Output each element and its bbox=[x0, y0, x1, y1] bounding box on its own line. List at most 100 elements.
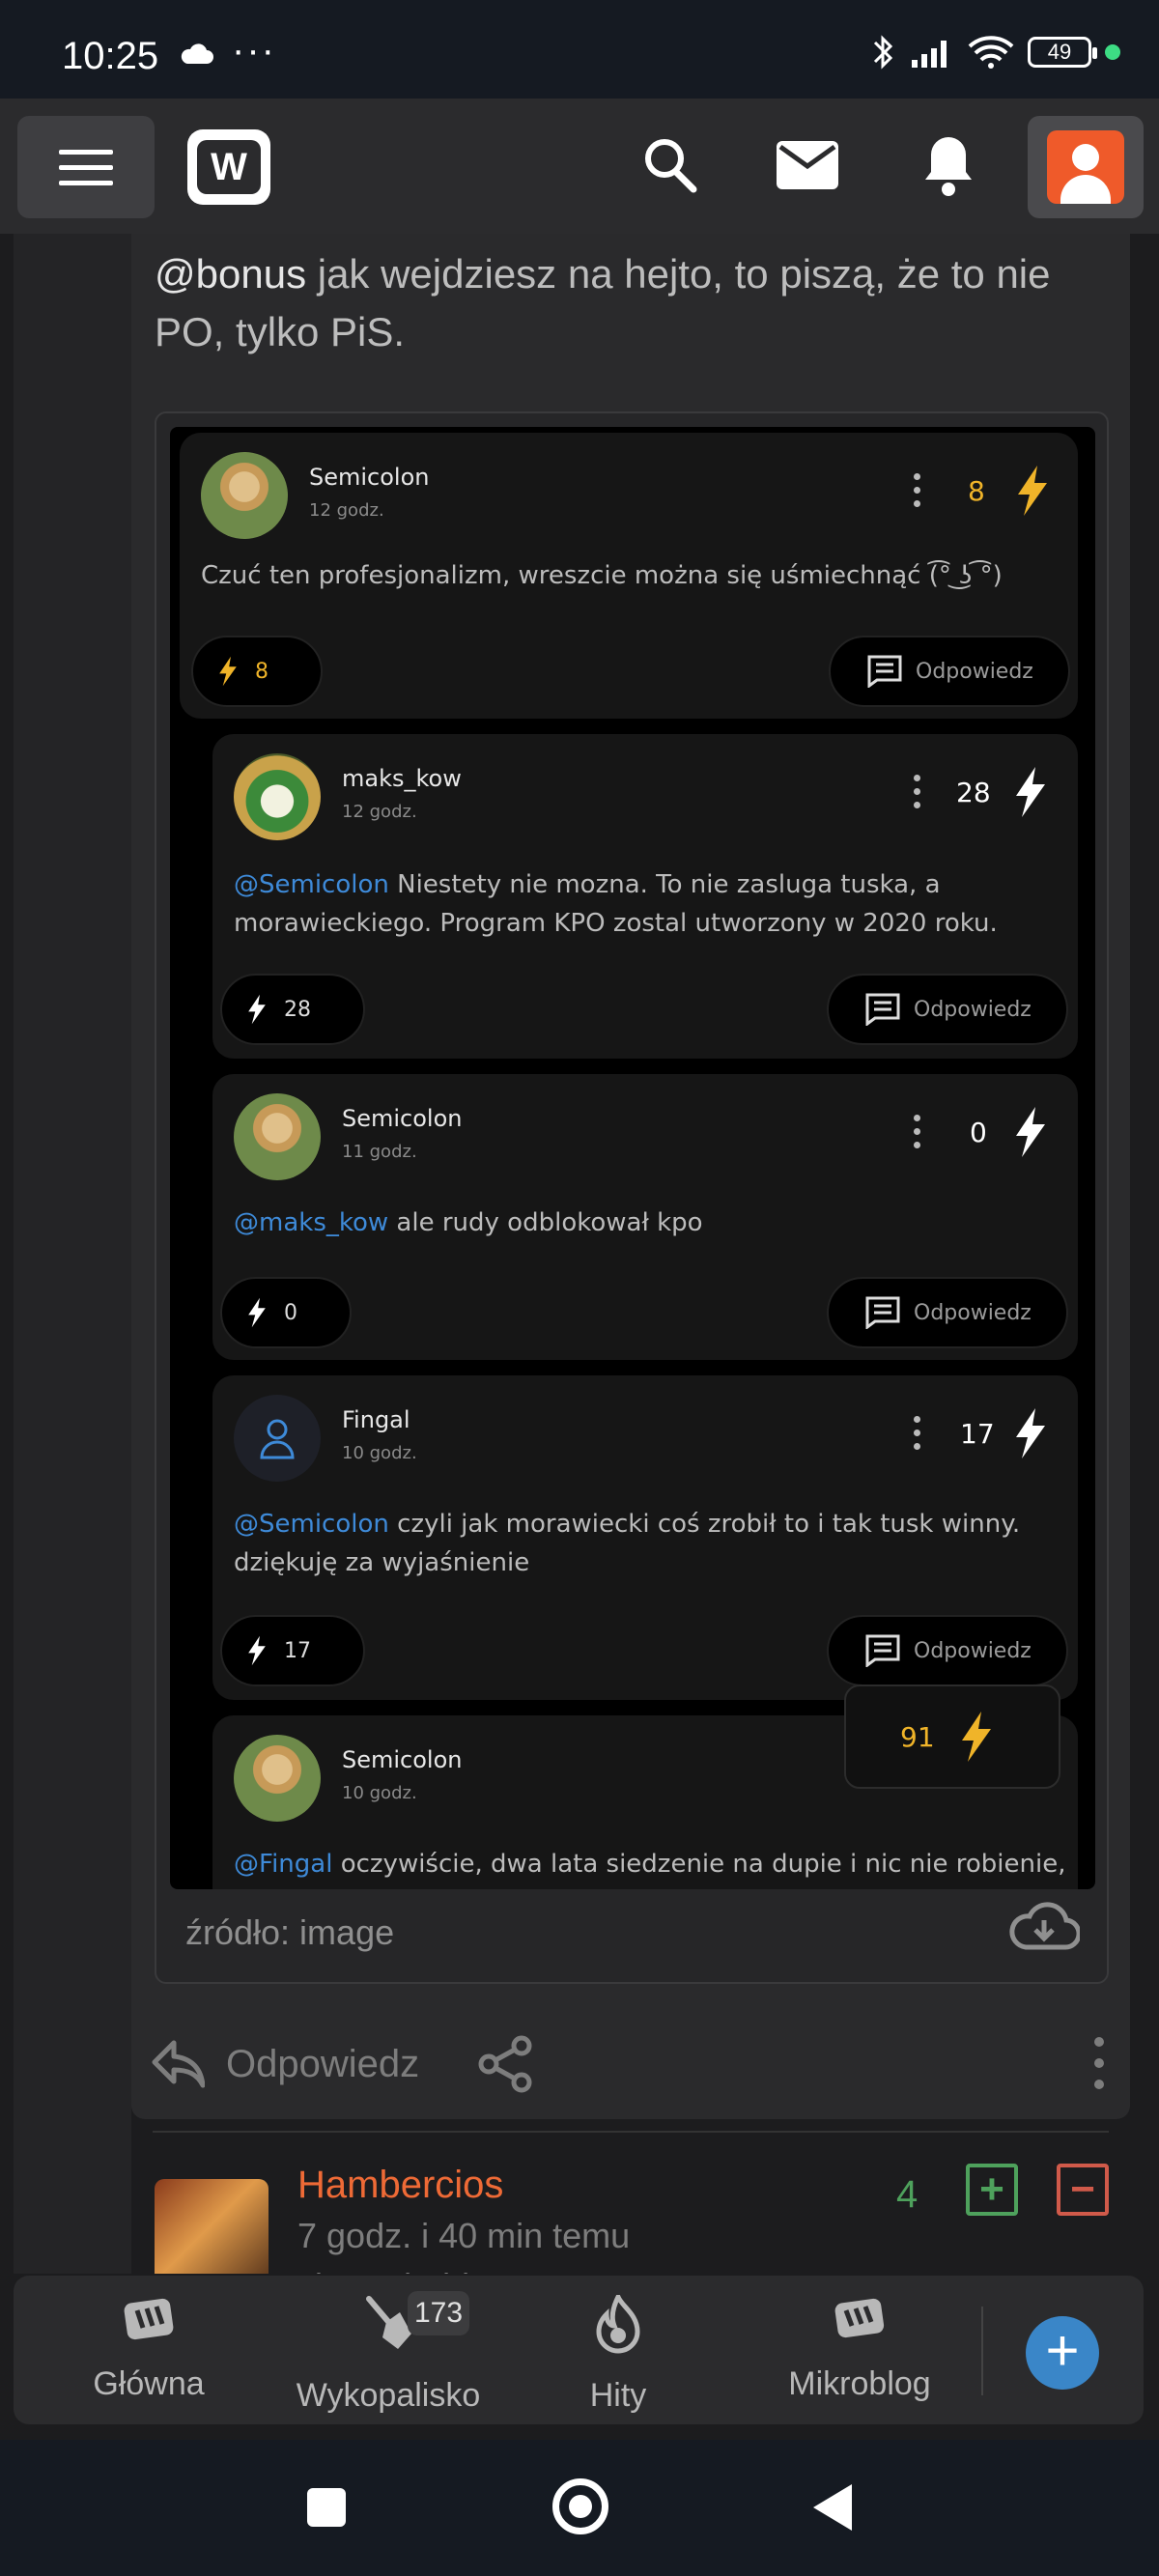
reply-button: Odpowiedz bbox=[827, 974, 1068, 1045]
nav-label: Główna bbox=[93, 2365, 205, 2402]
thread-indent bbox=[14, 234, 131, 2274]
comment-time: 10 godz. bbox=[342, 1443, 417, 1463]
comment-actions: Odpowiedz bbox=[151, 2030, 532, 2098]
system-navigation-bar bbox=[0, 2440, 1159, 2576]
image-source: źródło: image bbox=[185, 1912, 395, 1952]
comment-time: 10 godz. bbox=[342, 1783, 417, 1803]
cloud-download-icon[interactable] bbox=[1008, 1901, 1080, 1955]
comment-text: Czuć ten profesjonalizm, wreszcie można … bbox=[201, 561, 1003, 590]
avatar bbox=[234, 1093, 321, 1180]
user-avatar-button[interactable] bbox=[1028, 116, 1144, 218]
reply-button: Odpowiedz bbox=[827, 1615, 1068, 1686]
embedded-screenshot: Semicolon 12 godz. 8 Czuć ten profesjona… bbox=[170, 427, 1095, 1889]
more-vert-icon bbox=[914, 775, 921, 815]
points-tooltip: 91 bbox=[844, 1684, 1060, 1789]
tooltip-points: 91 bbox=[900, 1721, 935, 1753]
comment-text: @maks_kow ale rudy odblokował kpo bbox=[234, 1208, 703, 1237]
home-button[interactable] bbox=[552, 2478, 608, 2534]
author-name[interactable]: Hambercios bbox=[297, 2164, 503, 2207]
avatar bbox=[201, 452, 288, 539]
logo-mark: W bbox=[197, 140, 261, 194]
bluetooth-icon bbox=[873, 35, 893, 70]
battery-icon: 49 bbox=[1028, 37, 1097, 68]
more-vert-icon bbox=[914, 473, 921, 514]
points: 0 bbox=[970, 1117, 987, 1148]
comment-icon bbox=[865, 1296, 900, 1329]
menu-button[interactable] bbox=[17, 116, 155, 218]
avatar[interactable] bbox=[155, 2179, 269, 2274]
top-app-bar: W bbox=[0, 99, 1159, 234]
vote-button: 0 bbox=[220, 1277, 352, 1348]
comment-text: @Fingal oczywiście, dwa lata siedzenie n… bbox=[234, 1850, 1066, 1879]
status-icons: 49 bbox=[869, 33, 1120, 71]
wykop-logo[interactable]: W bbox=[187, 129, 270, 205]
lightning-icon bbox=[219, 656, 237, 687]
mention-link[interactable]: @bonus bbox=[155, 251, 306, 297]
nav-badge: 173 bbox=[408, 2291, 469, 2335]
reply-button: Odpowiedz bbox=[829, 636, 1070, 707]
comment-author: maks_kow bbox=[342, 765, 462, 792]
fire-icon bbox=[596, 2290, 640, 2354]
avatar bbox=[1047, 130, 1124, 204]
more-vert-icon[interactable] bbox=[1093, 2036, 1105, 2090]
comment-time: 12 godz. bbox=[309, 500, 384, 521]
lightning-icon bbox=[248, 1297, 266, 1328]
recents-button[interactable] bbox=[307, 2488, 346, 2527]
downvote-button[interactable]: − bbox=[1057, 2164, 1109, 2216]
comment-feed[interactable]: @bonus jak wejdziesz na hejto, to piszą,… bbox=[0, 234, 1159, 2274]
nav-label: Hity bbox=[589, 2377, 647, 2414]
vote-button: 8 bbox=[191, 636, 323, 707]
comment-author: Fingal bbox=[342, 1406, 410, 1433]
avatar bbox=[234, 1395, 321, 1482]
signal-icon bbox=[912, 41, 947, 68]
hamburger-icon bbox=[59, 150, 113, 185]
nav-label: Wykopalisko bbox=[296, 2377, 481, 2414]
vote-button: 28 bbox=[220, 974, 365, 1045]
reply-button: Odpowiedz bbox=[827, 1277, 1068, 1348]
entry-time: 7 godz. i 40 min temu bbox=[297, 2216, 631, 2255]
comment-icon bbox=[867, 655, 902, 688]
back-button[interactable] bbox=[813, 2484, 852, 2531]
points: 28 bbox=[956, 777, 991, 808]
status-bar: 10:25 ··· 49 bbox=[0, 0, 1159, 99]
comment-icon bbox=[865, 1634, 900, 1667]
nav-item-hity[interactable]: Hity bbox=[502, 2290, 734, 2415]
reply-icon[interactable] bbox=[151, 2039, 205, 2089]
lightning-icon bbox=[248, 994, 266, 1025]
add-button[interactable]: + bbox=[1026, 2316, 1099, 2390]
more-vert-icon bbox=[914, 1416, 921, 1457]
clock: 10:25 bbox=[62, 35, 159, 77]
bottom-navigation: Główna 173 Wykopalisko Hity Mikroblog + bbox=[14, 2276, 1144, 2424]
vote-button: 17 bbox=[220, 1615, 365, 1686]
lightning-icon bbox=[962, 1712, 991, 1762]
lightning-icon bbox=[1016, 1408, 1045, 1458]
comment-text: @Semicolon czyli jak morawiecki coś zrob… bbox=[234, 1510, 1021, 1577]
embedded-image[interactable]: Semicolon 12 godz. 8 Czuć ten profesjona… bbox=[155, 411, 1109, 1984]
cloud-icon bbox=[181, 43, 213, 64]
privacy-indicator-icon bbox=[1105, 44, 1120, 60]
comment-time: 11 godz. bbox=[342, 1142, 417, 1162]
nav-item-mikroblog[interactable]: Mikroblog bbox=[744, 2295, 975, 2403]
share-icon[interactable] bbox=[475, 2034, 535, 2094]
lightning-icon bbox=[1016, 767, 1045, 817]
embedded-comment: Semicolon 11 godz. 0 @maks_kow ale rudy … bbox=[212, 1074, 1078, 1360]
comment-author: Semicolon bbox=[309, 464, 430, 491]
nav-divider bbox=[981, 2307, 983, 2395]
comment-time: 12 godz. bbox=[342, 802, 417, 822]
nav-item-glowna[interactable]: Główna bbox=[33, 2295, 265, 2403]
search-icon[interactable] bbox=[641, 133, 699, 195]
embedded-comment: maks_kow 12 godz. 28 @Semicolon Niestety… bbox=[212, 734, 1078, 1059]
lightning-icon bbox=[248, 1635, 266, 1666]
reply-button[interactable]: Odpowiedz bbox=[226, 2043, 419, 2086]
upvote-button[interactable]: + bbox=[966, 2164, 1018, 2216]
divider bbox=[153, 2131, 1109, 2133]
user-icon bbox=[260, 1419, 295, 1459]
more-vert-icon bbox=[914, 1115, 921, 1155]
mail-icon[interactable] bbox=[777, 141, 838, 189]
bell-icon[interactable] bbox=[921, 133, 975, 197]
comment-author: Semicolon bbox=[342, 1105, 463, 1132]
more-notifications-icon: ··· bbox=[232, 29, 276, 71]
entry-via: via Android bbox=[297, 2266, 469, 2274]
points: 8 bbox=[968, 475, 985, 507]
nav-item-wykopalisko[interactable]: 173 Wykopalisko bbox=[272, 2291, 504, 2415]
